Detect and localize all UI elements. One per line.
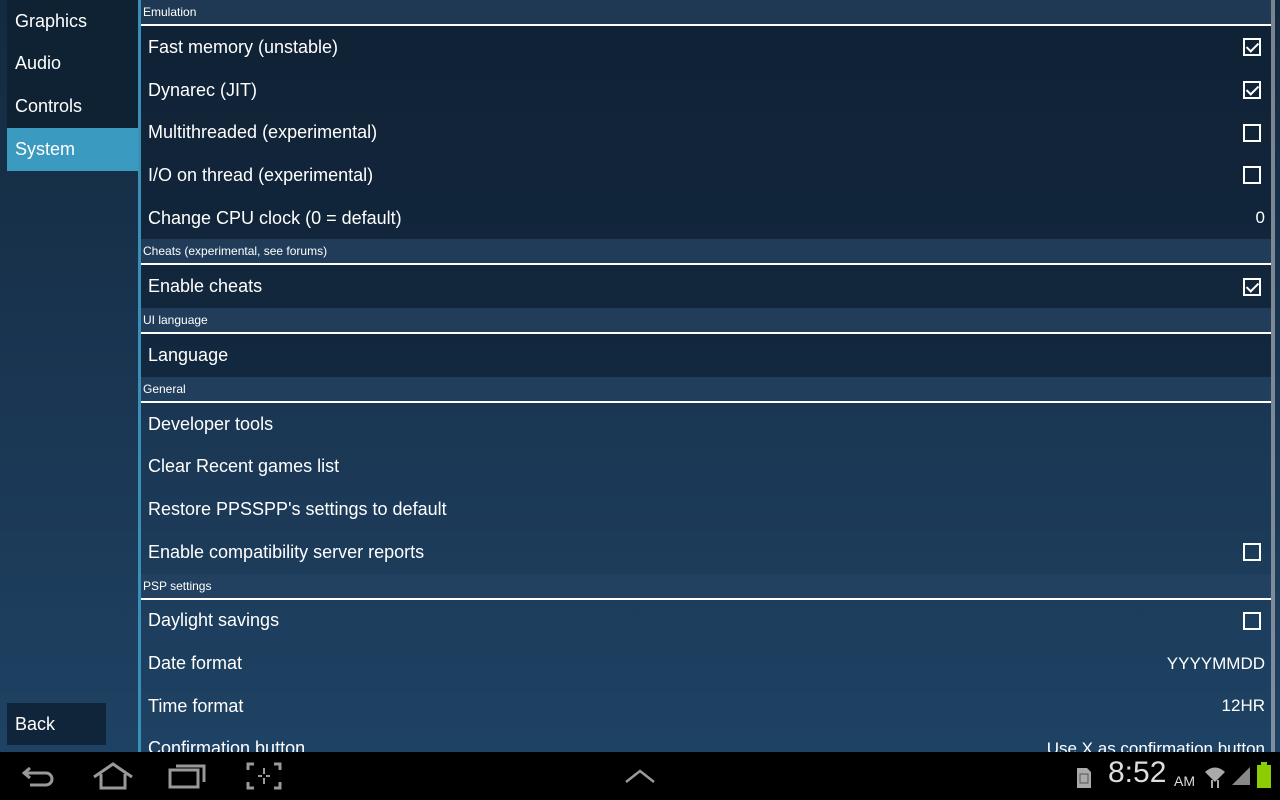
scrollbar-thumb[interactable] (1271, 0, 1275, 752)
screenshot-icon[interactable] (246, 762, 282, 790)
setting-row[interactable]: Time format 12HR (141, 685, 1271, 728)
setting-label: Dynarec (JIT) (148, 79, 258, 100)
section-header: General (141, 376, 1271, 403)
back-button[interactable]: Back (7, 703, 106, 745)
signal-icon (1232, 767, 1250, 785)
setting-label: Developer tools (148, 413, 274, 434)
setting-label: Clear Recent games list (148, 456, 340, 477)
section-header: UI language (141, 308, 1271, 335)
back-icon[interactable] (22, 762, 56, 790)
setting-label: Time format (148, 695, 244, 716)
setting-label: Enable compatibility server reports (148, 541, 425, 562)
setting-label: Daylight savings (148, 610, 280, 631)
status-clock: 8:52 (1108, 756, 1167, 789)
setting-label: Restore PPSSPP's settings to default (148, 499, 447, 520)
checkbox-unchecked[interactable] (1243, 123, 1261, 142)
setting-row[interactable]: Change CPU clock (0 = default) 0 (141, 196, 1271, 240)
setting-row[interactable]: Enable cheats (141, 265, 1271, 309)
checkbox-unchecked[interactable] (1243, 166, 1261, 185)
sd-card-icon (1077, 768, 1091, 788)
checkbox-checked[interactable] (1243, 38, 1261, 57)
setting-label: Change CPU clock (0 = default) (148, 207, 402, 228)
setting-label: Fast memory (unstable) (148, 36, 339, 57)
checkbox-checked[interactable] (1243, 81, 1261, 100)
setting-label: I/O on thread (experimental) (148, 164, 374, 185)
setting-value: 12HR (1221, 696, 1265, 716)
section-header: Cheats (experimental, see forums) (141, 239, 1271, 266)
setting-label: Language (148, 344, 229, 365)
setting-row[interactable]: Restore PPSSPP's settings to default (141, 488, 1271, 531)
sidebar-item-graphics[interactable]: Graphics (7, 0, 138, 43)
wifi-icon (1205, 767, 1225, 788)
setting-value: YYYYMMDD (1166, 653, 1265, 673)
up-chevron-icon[interactable] (624, 768, 656, 784)
setting-row[interactable]: Confirmation button Use X as confirmation… (141, 728, 1271, 752)
setting-label: Multithreaded (experimental) (148, 122, 378, 143)
system-navbar (0, 752, 1280, 800)
setting-row[interactable]: Daylight savings (141, 600, 1271, 643)
recent-apps-icon[interactable] (168, 762, 208, 790)
setting-value: 0 (1255, 208, 1265, 228)
section-header: Emulation (141, 0, 1271, 26)
setting-row[interactable]: Dynarec (JIT) (141, 68, 1271, 112)
status-ampm: AM (1174, 773, 1195, 789)
setting-row[interactable]: Language (141, 334, 1271, 377)
sidebar-item-system[interactable]: System (7, 128, 138, 171)
checkbox-unchecked[interactable] (1243, 611, 1261, 630)
setting-label: Date format (148, 653, 243, 674)
setting-row[interactable]: Fast memory (unstable) (141, 26, 1271, 69)
sidebar: Graphics Audio Controls System Back (0, 0, 138, 752)
settings-list[interactable]: Emulation Fast memory (unstable) Dynarec (… (141, 0, 1271, 752)
sidebar-item-controls[interactable]: Controls (7, 85, 138, 128)
setting-row[interactable]: Developer tools (141, 403, 1271, 446)
sidebar-item-audio[interactable]: Audio (7, 42, 138, 85)
setting-row[interactable]: I/O on thread (experimental) (141, 154, 1271, 197)
setting-row[interactable]: Multithreaded (experimental) (141, 111, 1271, 155)
home-icon[interactable] (92, 762, 134, 790)
setting-row[interactable]: Date format YYYYMMDD (141, 642, 1271, 685)
setting-label: Confirmation button (148, 738, 306, 752)
section-header: PSP settings (141, 573, 1271, 600)
battery-icon (1257, 762, 1271, 788)
setting-label: Enable cheats (148, 276, 263, 297)
setting-row[interactable]: Clear Recent games list (141, 446, 1271, 489)
setting-value: Use X as confirmation button (1046, 738, 1265, 752)
checkbox-checked[interactable] (1243, 277, 1261, 296)
setting-row[interactable]: Enable compatibility server reports (141, 531, 1271, 574)
checkbox-unchecked[interactable] (1243, 543, 1261, 562)
